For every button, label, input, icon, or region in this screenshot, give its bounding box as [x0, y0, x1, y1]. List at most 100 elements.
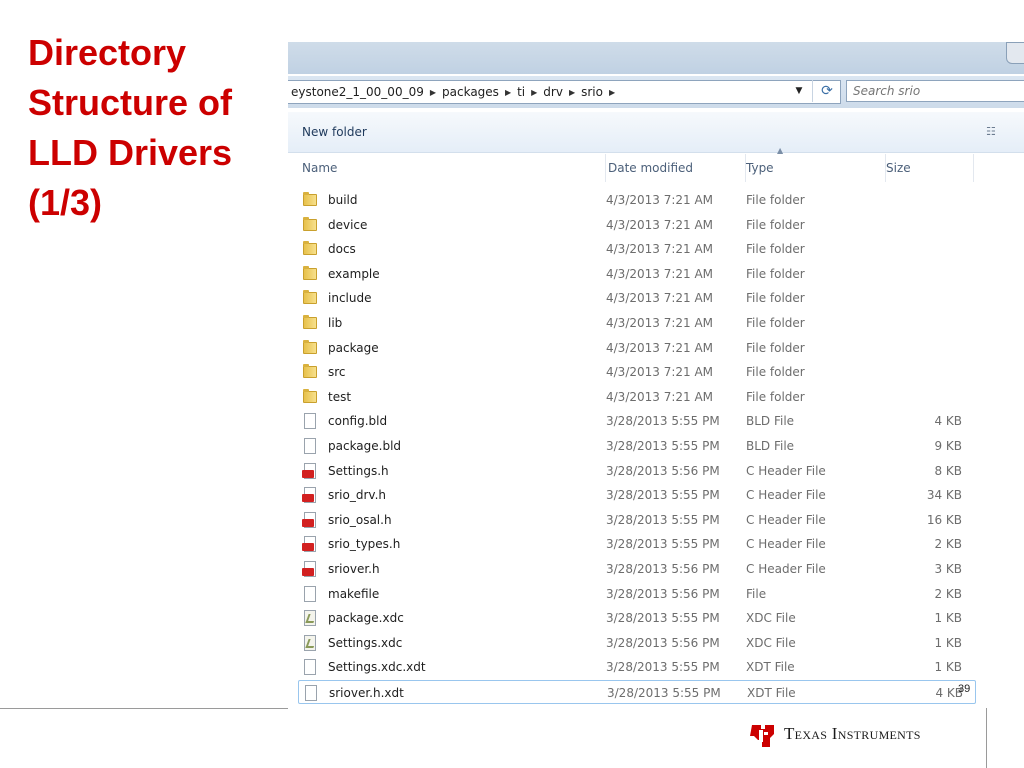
file-size — [858, 286, 962, 310]
file-row[interactable]: config.bld 3/28/2013 5:55 PM BLD File 4 KB — [298, 409, 976, 433]
file-type: File folder — [746, 266, 805, 281]
file-date: 4/3/2013 7:21 AM — [606, 389, 714, 404]
file-type: File folder — [746, 291, 805, 306]
file-type: XDC File — [746, 635, 796, 650]
close-icon[interactable] — [1006, 42, 1024, 64]
file-name: example — [328, 266, 380, 281]
file-name: srio_osal.h — [328, 512, 392, 527]
file-size: 1 KB — [934, 611, 962, 626]
breadcrumb-item[interactable]: drv — [540, 81, 566, 103]
brand-wordmark: Texas Instruments — [784, 724, 921, 743]
file-name: sriover.h.xdt — [329, 686, 404, 700]
file-row[interactable]: lib 4/3/2013 7:21 AM File folder — [298, 311, 976, 335]
file-row[interactable]: Settings.h 3/28/2013 5:56 PM C Header File… — [298, 459, 976, 483]
file-size — [858, 237, 962, 261]
file-date: 3/28/2013 5:55 PM — [607, 686, 721, 700]
file-row[interactable]: Settings.xdc.xdt 3/28/2013 5:55 PM XDT Fil… — [298, 655, 976, 679]
file-size: 3 KB — [934, 562, 962, 576]
file-type: File folder — [746, 365, 805, 380]
chevron-right-icon[interactable]: ▶ — [502, 82, 514, 103]
chevron-right-icon[interactable]: ▶ — [528, 82, 540, 103]
file-size — [858, 213, 962, 237]
file-name: build — [328, 193, 358, 207]
file-row[interactable]: device 4/3/2013 7:21 AM File folder — [298, 213, 976, 237]
file-type: C Header File — [746, 488, 826, 503]
refresh-icon[interactable]: ⟳ — [812, 80, 841, 102]
file-row[interactable]: package 4/3/2013 7:21 AM File folder — [298, 336, 976, 360]
file-row[interactable]: Settings.xdc 3/28/2013 5:56 PM XDC File 1 K… — [298, 631, 976, 655]
folder-icon — [302, 241, 318, 257]
file-name: package — [328, 340, 379, 355]
breadcrumb[interactable]: eystone2_1_00_00_09 ▶ packages ▶ ti ▶ drv ▶ srio… — [288, 80, 841, 104]
file-date: 3/28/2013 5:55 PM — [606, 611, 720, 626]
column-header-type[interactable]: Type — [746, 154, 886, 182]
file-row[interactable]: srio_types.h 3/28/2013 5:55 PM C Header Fi… — [298, 532, 976, 556]
footer-divider — [986, 708, 987, 768]
breadcrumb-item[interactable]: ti — [514, 81, 528, 103]
file-date: 4/3/2013 7:21 AM — [606, 266, 714, 281]
file-date: 4/3/2013 7:21 AM — [606, 316, 714, 330]
file-size: 2 KB — [934, 586, 962, 601]
chevron-right-icon[interactable]: ▶ — [566, 82, 578, 103]
column-header-name[interactable]: Name — [298, 154, 606, 182]
breadcrumb-item[interactable]: srio — [578, 81, 606, 103]
file-size — [858, 311, 962, 335]
header-icon — [302, 511, 318, 528]
file-name: src — [328, 365, 346, 380]
file-row[interactable]: sriover.h.xdt 3/28/2013 5:55 PM XDT File 4 … — [298, 680, 976, 704]
page-number: 39 — [958, 683, 971, 695]
file-row[interactable]: build 4/3/2013 7:21 AM File folder — [298, 188, 976, 212]
file-row[interactable]: package.xdc 3/28/2013 5:55 PM XDC File 1 KB — [298, 606, 976, 630]
file-size — [858, 188, 962, 212]
file-type: XDT File — [746, 660, 795, 675]
file-size: 2 KB — [934, 537, 962, 552]
file-name: docs — [328, 242, 356, 257]
address-bar: eystone2_1_00_00_09 ▶ packages ▶ ti ▶ drv ▶ srio… — [288, 76, 1024, 108]
file-date: 3/28/2013 5:55 PM — [606, 439, 720, 453]
folder-icon — [302, 265, 318, 282]
file-name: sriover.h — [328, 562, 380, 576]
file-date: 4/3/2013 7:21 AM — [606, 242, 714, 257]
file-row[interactable]: test 4/3/2013 7:21 AM File folder — [298, 385, 976, 409]
view-options-icon[interactable]: ☷ — [986, 126, 1000, 138]
file-row[interactable]: docs 4/3/2013 7:21 AM File folder — [298, 237, 976, 261]
file-row[interactable]: example 4/3/2013 7:21 AM File folder — [298, 262, 976, 286]
file-name: srio_drv.h — [328, 488, 387, 503]
file-type: BLD File — [746, 439, 795, 453]
title-line: (1/3) — [28, 182, 103, 223]
file-icon — [303, 685, 319, 701]
file-name: device — [328, 217, 368, 232]
file-type: BLD File — [746, 414, 795, 429]
file-name: package.xdc — [328, 611, 404, 626]
file-row[interactable]: sriover.h 3/28/2013 5:56 PM C Header File 3… — [298, 557, 976, 581]
file-size — [858, 262, 962, 286]
file-date: 3/28/2013 5:55 PM — [606, 537, 720, 552]
folder-icon — [302, 216, 318, 233]
file-row[interactable]: srio_drv.h 3/28/2013 5:55 PM C Header File… — [298, 483, 976, 507]
file-row[interactable]: package.bld 3/28/2013 5:55 PM BLD File 9 KB — [298, 434, 976, 458]
file-size: 8 KB — [934, 463, 962, 478]
folder-icon — [302, 290, 318, 306]
file-row[interactable]: include 4/3/2013 7:21 AM File folder — [298, 286, 976, 310]
file-name: include — [328, 291, 372, 306]
command-toolbar: New folder ☷ — [288, 112, 1024, 153]
breadcrumb-item[interactable]: packages — [439, 81, 502, 103]
column-header-size[interactable]: Size — [886, 154, 974, 182]
search-input[interactable] — [846, 80, 1024, 102]
file-row[interactable]: makefile 3/28/2013 5:56 PM File 2 KB — [298, 582, 976, 606]
chevron-right-icon[interactable]: ▶ — [427, 82, 439, 103]
column-header-date[interactable]: Date modified — [606, 154, 746, 182]
file-type: C Header File — [746, 512, 826, 527]
slide-title: Directory Structure of LLD Drivers (1/3) — [28, 28, 290, 228]
chevron-down-icon[interactable]: ▼ — [788, 80, 810, 102]
file-size: 1 KB — [934, 635, 962, 650]
file-name: lib — [328, 316, 343, 330]
chevron-right-icon[interactable]: ▶ — [606, 82, 618, 103]
new-folder-button[interactable]: New folder — [302, 122, 367, 142]
file-row[interactable]: srio_osal.h 3/28/2013 5:55 PM C Header Fil… — [298, 508, 976, 532]
folder-icon — [302, 388, 318, 405]
breadcrumb-item[interactable]: eystone2_1_00_00_09 — [288, 81, 427, 103]
file-size — [858, 385, 962, 409]
file-row[interactable]: src 4/3/2013 7:21 AM File folder — [298, 360, 976, 384]
xdc-icon — [302, 634, 318, 651]
